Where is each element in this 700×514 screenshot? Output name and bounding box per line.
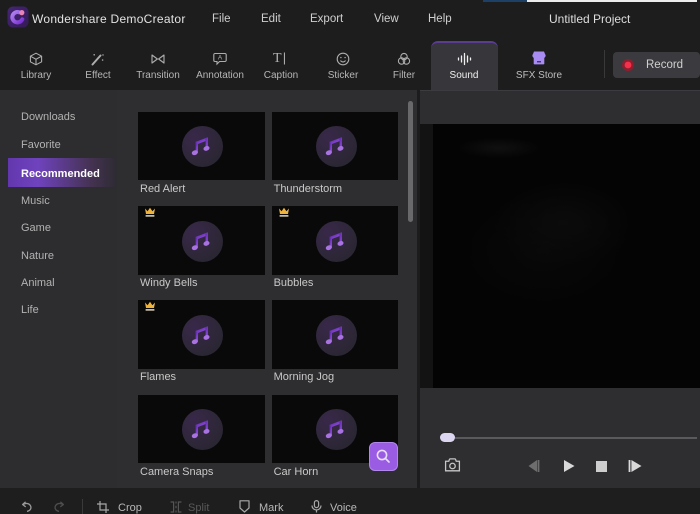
svg-text:A: A	[218, 55, 223, 62]
